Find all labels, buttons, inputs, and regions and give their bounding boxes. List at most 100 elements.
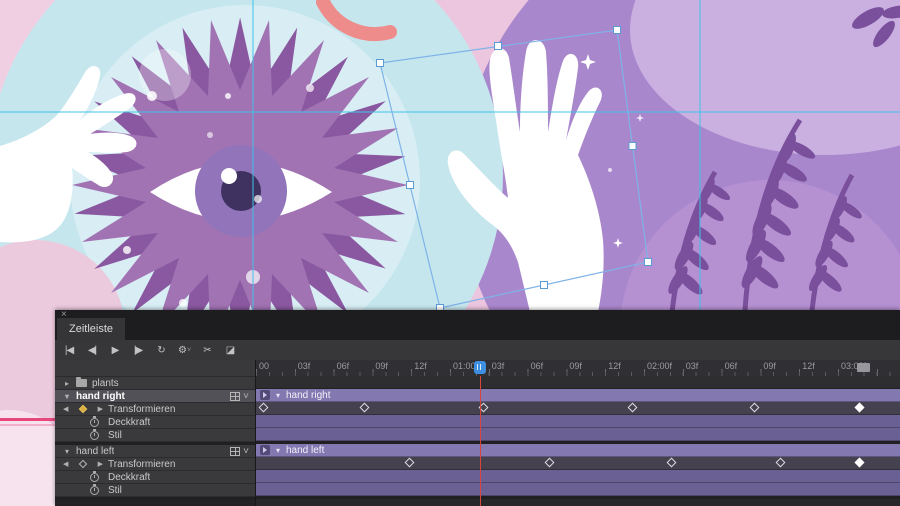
- symbol-icon: [260, 445, 270, 455]
- onion-skin-button[interactable]: ◪: [220, 341, 240, 359]
- layer-row-icons[interactable]: ˅: [230, 391, 249, 402]
- symbol-icon: [260, 390, 270, 400]
- play-button[interactable]: ▶: [105, 341, 125, 359]
- property-name: Transformieren: [108, 403, 176, 415]
- next-keyframe-icon: ▶: [97, 461, 103, 468]
- ruler-label: 12f: [608, 361, 621, 371]
- ruler-label: 03f: [491, 361, 505, 371]
- keyframe[interactable]: [627, 402, 638, 413]
- layer-row-hand-left[interactable]: ▾ hand left ˅: [55, 445, 255, 458]
- folder-icon: [76, 377, 87, 387]
- ruler-label: 00: [259, 361, 270, 371]
- ruler-label: 12f: [414, 361, 427, 371]
- property-controls[interactable]: [63, 483, 103, 495]
- layer-track-bar-hand-right[interactable]: ▾ hand right: [256, 389, 900, 402]
- layer-row-plants[interactable]: ▸ plants: [55, 377, 255, 390]
- property-track-Deckkraft[interactable]: [256, 470, 900, 483]
- ruler-label: 09f: [763, 361, 776, 371]
- layer-name: plants: [92, 377, 119, 389]
- property-name: Transformieren: [108, 458, 176, 470]
- chevron-right-icon: ▸: [64, 378, 69, 388]
- dropdown-caret-icon: ˅: [243, 445, 249, 457]
- settings-gear-button[interactable]: ⚙ ˅: [174, 341, 194, 359]
- ruler-label: 09f: [375, 361, 388, 371]
- ruler-label: 06f: [530, 361, 544, 371]
- timeline-panel: × Zeitleiste |◀ ◀| ▶ |▶ ↻ ⚙ ˅ ✂ ◪ ▸ plants ▾ hand r…: [55, 310, 900, 506]
- ruler-label: 02:00f: [647, 361, 673, 371]
- tab-zeitleiste[interactable]: Zeitleiste: [57, 318, 126, 340]
- property-row-Transformieren[interactable]: ◀ ▶ Transformieren: [55, 403, 255, 416]
- layer-panel: ▸ plants ▾ hand right ˅ ◀ ▶ Transformieren Deckk…: [55, 360, 256, 506]
- advanced-layer-icon[interactable]: [230, 391, 241, 401]
- ruler-label: 09f: [569, 361, 582, 371]
- layer-track-bar-hand-left[interactable]: ▾ hand left: [256, 444, 900, 457]
- go-to-first-frame-button[interactable]: |◀: [59, 341, 79, 359]
- chevron-down-icon: ▾: [275, 390, 280, 400]
- stopwatch-icon[interactable]: [90, 470, 99, 482]
- stopwatch-icon[interactable]: [90, 415, 99, 427]
- step-back-button[interactable]: ◀|: [82, 341, 102, 359]
- keyframe[interactable]: [544, 457, 555, 468]
- transform-handle: [644, 258, 652, 266]
- property-track-Stil[interactable]: [256, 483, 900, 496]
- property-name: Stil: [108, 429, 122, 441]
- layer-row-hand-right[interactable]: ▾ hand right ˅: [55, 390, 255, 403]
- property-track-Stil[interactable]: [256, 428, 900, 441]
- property-row-Stil[interactable]: Stil: [55, 483, 255, 497]
- track-gap: [55, 497, 255, 500]
- cut-frames-button[interactable]: ✂: [197, 341, 217, 359]
- transform-handle: [613, 26, 621, 34]
- property-track-Deckkraft[interactable]: [256, 415, 900, 428]
- property-name: Deckkraft: [108, 416, 151, 428]
- layer-panel-header: [55, 360, 255, 377]
- property-row-Deckkraft[interactable]: Deckkraft: [55, 470, 255, 484]
- prev-keyframe-icon: ◀: [63, 406, 69, 413]
- property-controls[interactable]: [63, 415, 103, 427]
- keyframe[interactable]: [775, 457, 786, 468]
- loop-playback-button[interactable]: ↻: [151, 341, 171, 359]
- transform-handle: [376, 59, 384, 67]
- layer-name: hand left: [76, 445, 115, 457]
- keyframe-track-Transformieren[interactable]: [256, 457, 900, 470]
- layer-name: hand right: [76, 390, 125, 402]
- transform-handle: [628, 142, 637, 150]
- keyframe[interactable]: [258, 402, 269, 413]
- dropdown-caret-icon: ˅: [186, 346, 191, 354]
- property-controls[interactable]: ◀ ▶: [63, 459, 103, 469]
- track-bar-label: hand left: [286, 444, 325, 456]
- ruler-label: 06f: [724, 361, 738, 371]
- keyframe[interactable]: [854, 457, 865, 468]
- step-forward-button[interactable]: |▶: [128, 341, 148, 359]
- layer-list: ▸ plants ▾ hand right ˅ ◀ ▶ Transformieren Deckk…: [55, 377, 255, 500]
- track-row-plants[interactable]: [256, 376, 900, 389]
- advanced-layer-icon[interactable]: [230, 446, 241, 456]
- keyframe-diamond-icon[interactable]: [78, 404, 88, 414]
- keyframe[interactable]: [359, 402, 370, 413]
- keyframe[interactable]: [854, 402, 865, 413]
- property-row-Stil[interactable]: Stil: [55, 428, 255, 442]
- panel-tab-bar: × Zeitleiste: [55, 310, 900, 340]
- property-controls[interactable]: [63, 470, 103, 482]
- property-controls[interactable]: ◀ ▶: [63, 404, 103, 414]
- property-row-Transformieren[interactable]: ◀ ▶ Transformieren: [55, 458, 255, 471]
- keyframe-diamond-icon[interactable]: [78, 459, 88, 469]
- chevron-down-icon: ▾: [275, 445, 280, 455]
- layer-row-icons[interactable]: ˅: [230, 446, 249, 457]
- property-row-Deckkraft[interactable]: Deckkraft: [55, 415, 255, 429]
- playhead-marker[interactable]: [474, 361, 486, 374]
- transform-handle: [540, 281, 548, 289]
- transform-handle: [406, 181, 414, 189]
- playhead-line: [480, 376, 481, 506]
- stopwatch-icon[interactable]: [90, 483, 99, 495]
- next-keyframe-icon: ▶: [97, 406, 103, 413]
- track-bar-label: hand right: [286, 389, 331, 401]
- timeline-toolbar: |◀ ◀| ▶ |▶ ↻ ⚙ ˅ ✂ ◪: [55, 340, 900, 361]
- keyframe-track-Transformieren[interactable]: [256, 402, 900, 415]
- property-controls[interactable]: [63, 428, 103, 440]
- timeline-ruler[interactable]: 00 03f 06f 09f 12f 01:00f 03f 06f 09f 12f 02:00f 03…: [256, 360, 900, 377]
- keyframe[interactable]: [666, 457, 677, 468]
- keyframe[interactable]: [404, 457, 415, 468]
- stopwatch-icon[interactable]: [90, 428, 99, 440]
- track-area: 00 03f 06f 09f 12f 01:00f 03f 06f 09f 12f 02:00f 03…: [256, 360, 900, 506]
- keyframe[interactable]: [749, 402, 760, 413]
